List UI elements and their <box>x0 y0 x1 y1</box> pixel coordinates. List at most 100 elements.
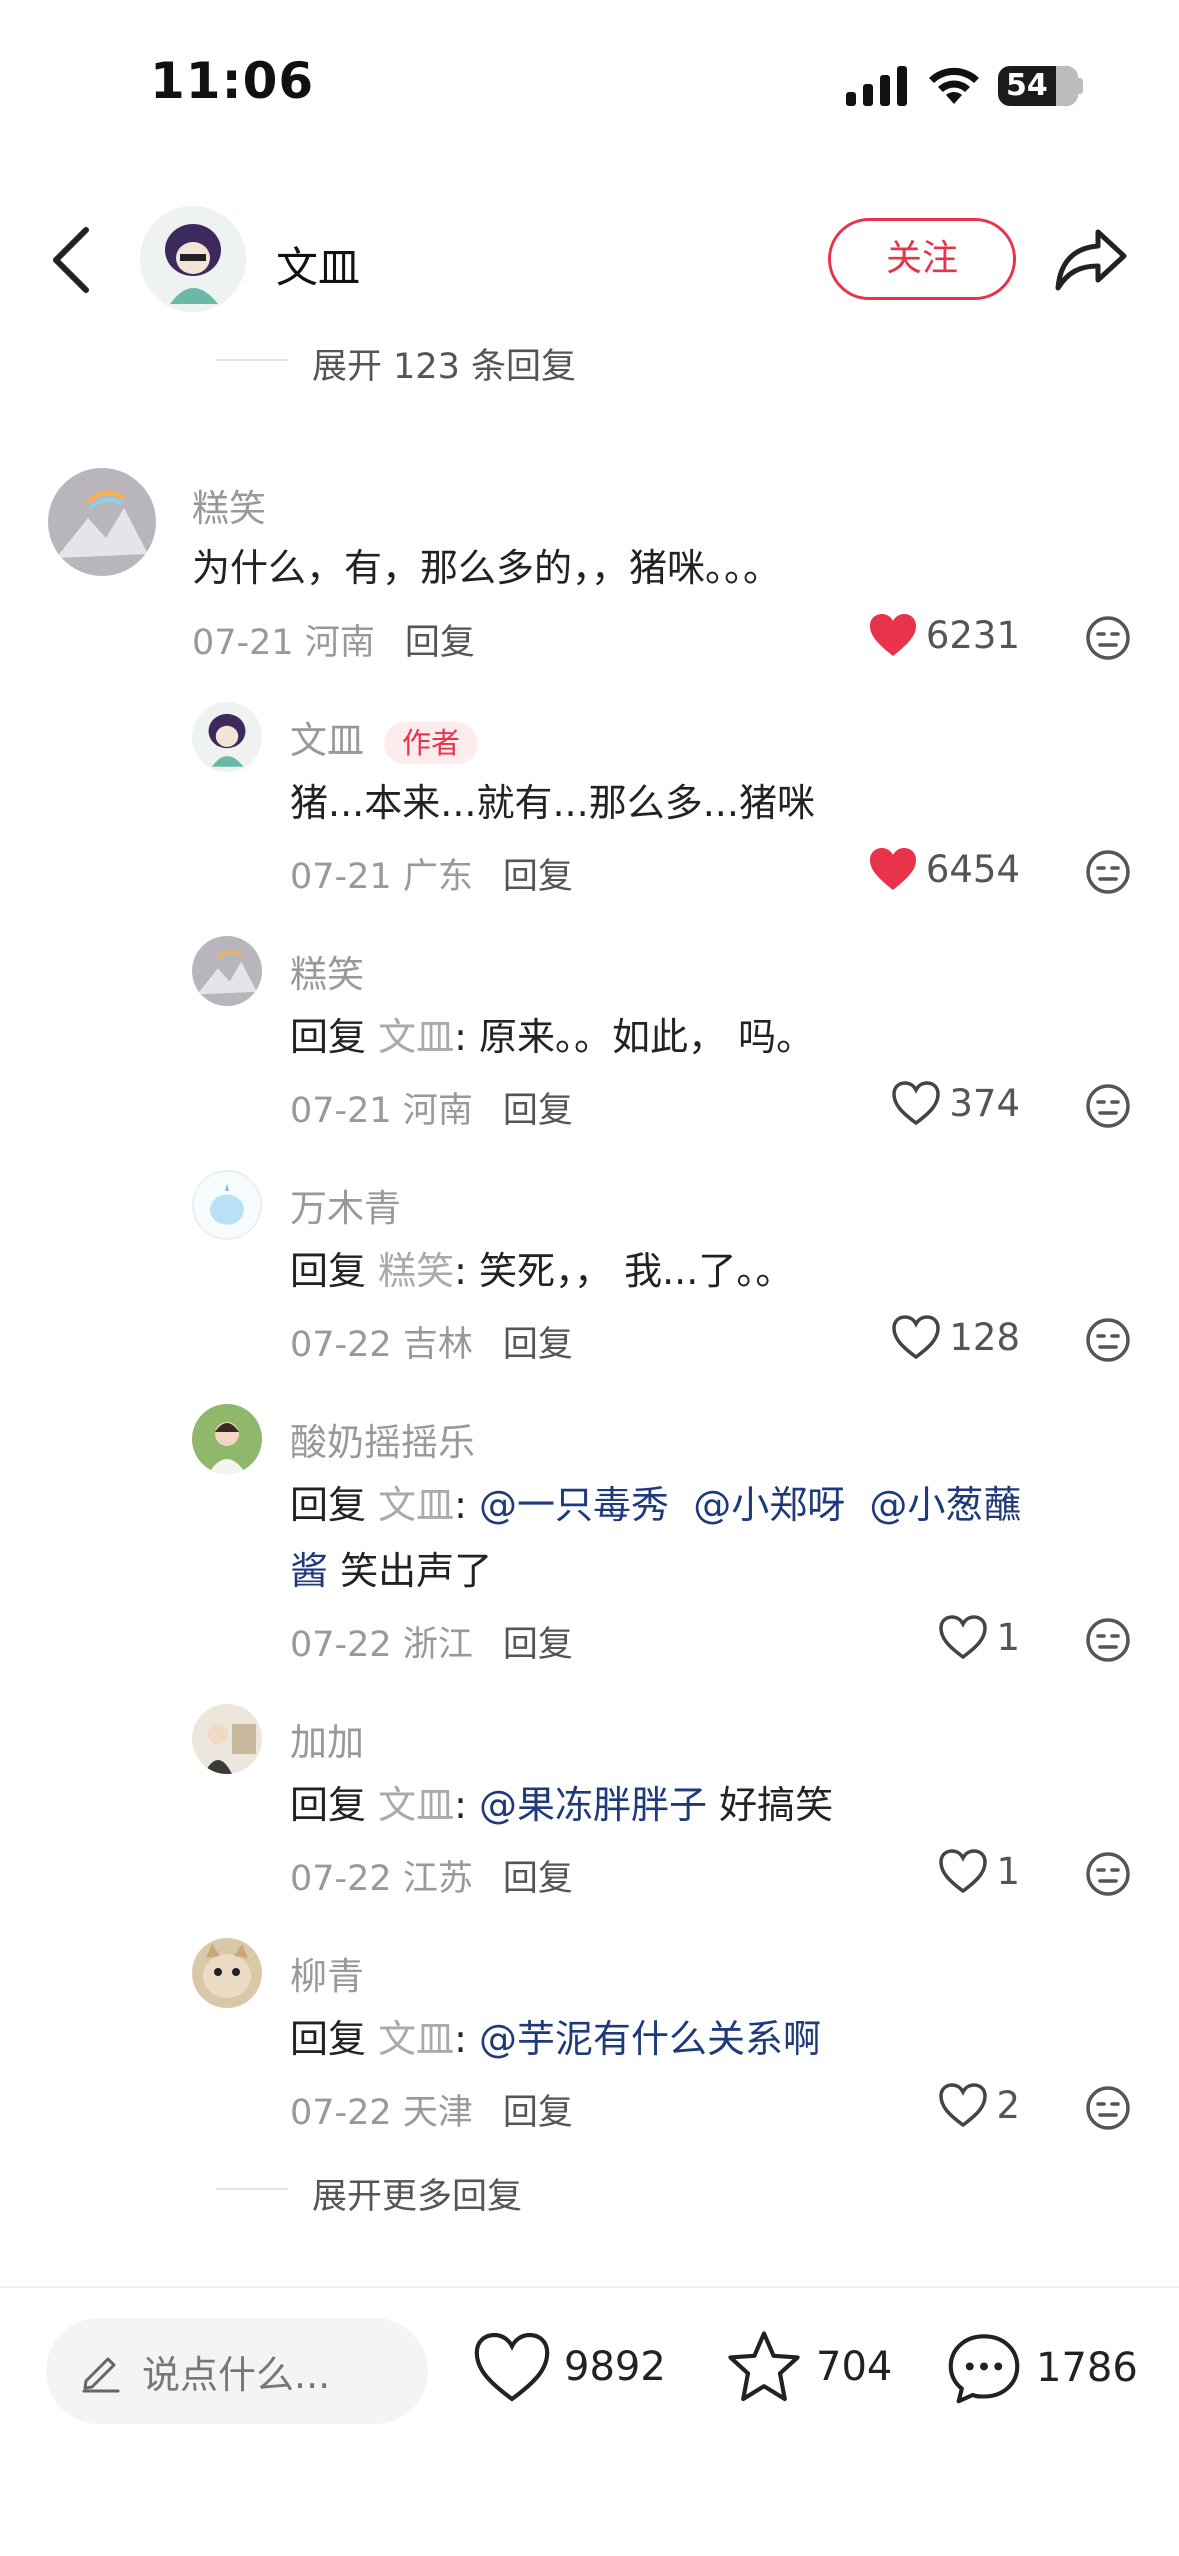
dislike-face-icon[interactable] <box>1084 1616 1132 1664</box>
star-icon <box>728 2331 800 2402</box>
comment-text: 为什么，有，那么多的，，猪咪。。。 <box>192 546 782 590</box>
mention-link[interactable]: @一只毒秀 <box>467 1483 669 1527</box>
reply-button[interactable]: 回复 <box>503 857 573 897</box>
follow-button[interactable]: 关注 <box>828 218 1016 300</box>
status-time: 11:06 <box>150 52 315 110</box>
share-icon[interactable] <box>1054 226 1128 292</box>
bottom-comment-button[interactable]: 1786 <box>944 2330 1138 2406</box>
expand-more-button[interactable]: 展开更多回复 <box>312 2168 522 2219</box>
reply-username-text[interactable]: 文皿 <box>290 719 364 762</box>
dislike-face-icon[interactable] <box>1084 2084 1132 2132</box>
dislike-face-icon[interactable] <box>1084 1082 1132 1130</box>
like-count: 6231 <box>925 613 1020 657</box>
reply-body: 好搞笑 <box>707 1783 834 1827</box>
reply-text: 猪...本来...就有...那么多...猪咪 <box>290 781 815 825</box>
expand-replies-button[interactable]: 展开 123 条回复 <box>312 338 576 389</box>
heart-icon <box>892 1081 941 1126</box>
reply-button[interactable]: 回复 <box>503 1091 573 1131</box>
bottom-like-count: 9892 <box>564 2344 666 2390</box>
reply-date: 07-22 天津 <box>290 2093 473 2133</box>
avatar[interactable] <box>192 1938 262 2008</box>
reply-username[interactable]: 酸奶摇摇乐 <box>290 1412 475 1466</box>
comment-username[interactable]: 糕笑 <box>192 478 266 532</box>
reply-username[interactable]: 文皿 作者 <box>290 710 479 764</box>
like-count: 1 <box>996 1849 1020 1893</box>
expand-divider <box>216 2188 288 2190</box>
reply-to-user[interactable]: 文皿 <box>378 2017 454 2061</box>
reply-date: 07-21 广东 <box>290 857 473 897</box>
bottom-comment-count: 1786 <box>1036 2345 1138 2391</box>
bottom-collect-button[interactable]: 704 <box>724 2328 892 2406</box>
reply-button[interactable]: 回复 <box>503 2093 573 2133</box>
reply-body: 笑出声了 <box>328 1549 493 1593</box>
author-name[interactable]: 文皿 <box>276 234 360 295</box>
dislike-face-icon[interactable] <box>1084 614 1132 662</box>
reply-text: 回复 文皿: @果冻胖胖子 好搞笑 <box>290 1772 833 1838</box>
reply-to-user[interactable]: 文皿 <box>378 1783 454 1827</box>
dislike-face-icon[interactable] <box>1084 1316 1132 1364</box>
reply-username[interactable]: 糕笑 <box>290 944 364 998</box>
bottom-collect-count: 704 <box>816 2344 893 2390</box>
heart-icon <box>939 2083 988 2128</box>
reply-text: 回复 糕笑: 笑死，， 我...了。。 <box>290 1238 793 1304</box>
reply-sep: : <box>454 1783 467 1827</box>
pencil-icon <box>82 2357 120 2393</box>
reply-date: 07-22 浙江 <box>290 1625 473 1665</box>
comment-bubble-icon <box>948 2334 1020 2404</box>
like-button[interactable]: 6231 <box>820 612 1020 658</box>
reply-word: 回复 <box>290 1483 367 1527</box>
heart-icon <box>869 614 916 656</box>
reply-sep: : <box>454 1483 467 1527</box>
bottom-divider <box>0 2286 1179 2288</box>
reply-text: 回复 文皿: @芋泥有什么关系啊 <box>290 2006 821 2072</box>
reply-meta: 07-22 江苏 回复 <box>290 1850 573 1901</box>
dislike-face-icon[interactable] <box>1084 848 1132 896</box>
like-button[interactable]: 128 <box>820 1314 1020 1360</box>
mention-link[interactable]: 酱 <box>290 1549 328 1593</box>
avatar[interactable] <box>192 1404 262 1474</box>
heart-icon <box>939 1849 988 1894</box>
reply-username[interactable]: 柳青 <box>290 1946 364 2000</box>
reply-to-user[interactable]: 糕笑 <box>378 1249 454 1293</box>
reply-to-user[interactable]: 文皿 <box>378 1483 454 1527</box>
author-avatar[interactable] <box>140 206 246 312</box>
reply-meta: 07-22 天津 回复 <box>290 2084 573 2135</box>
avatar[interactable] <box>192 1170 262 1240</box>
mention-link[interactable]: @小葱蘸 <box>857 1483 1021 1527</box>
back-icon[interactable] <box>48 224 94 296</box>
reply-button[interactable]: 回复 <box>503 1859 573 1899</box>
reply-date: 07-21 河南 <box>290 1091 473 1131</box>
reply-to-user[interactable]: 文皿 <box>378 1015 454 1059</box>
dislike-face-icon[interactable] <box>1084 1850 1132 1898</box>
heart-icon <box>892 1315 941 1360</box>
heart-icon <box>939 1615 988 1660</box>
reply-meta: 07-21 河南 回复 <box>290 1082 573 1133</box>
avatar[interactable] <box>192 702 262 772</box>
reply-button[interactable]: 回复 <box>405 623 475 663</box>
comment-input-placeholder: 说点什么... <box>142 2352 331 2397</box>
like-button[interactable]: 1 <box>820 1848 1020 1894</box>
signal-icon <box>846 66 907 106</box>
comment-date: 07-21 河南 <box>192 623 375 663</box>
bottom-like-button[interactable]: 9892 <box>472 2330 666 2404</box>
reply-username[interactable]: 万木青 <box>290 1178 401 1232</box>
avatar[interactable] <box>192 1704 262 1774</box>
like-button[interactable]: 2 <box>820 2082 1020 2128</box>
comment-meta: 07-21 河南 回复 <box>192 614 475 665</box>
avatar[interactable] <box>48 468 156 576</box>
reply-button[interactable]: 回复 <box>503 1325 573 1365</box>
expand-divider <box>216 359 288 361</box>
mention-link[interactable]: @果冻胖胖子 <box>467 1783 707 1827</box>
heart-icon <box>869 848 916 890</box>
reply-button[interactable]: 回复 <box>503 1625 573 1665</box>
like-button[interactable]: 1 <box>820 1614 1020 1660</box>
like-button[interactable]: 6454 <box>820 846 1020 892</box>
reply-username[interactable]: 加加 <box>290 1712 364 1766</box>
reply-meta: 07-22 浙江 回复 <box>290 1616 573 1667</box>
mention-link[interactable]: @芋泥有什么关系啊 <box>467 2017 821 2061</box>
like-button[interactable]: 374 <box>820 1080 1020 1126</box>
battery-icon: 54 <box>998 66 1078 106</box>
comment-input[interactable]: 说点什么... <box>46 2318 428 2424</box>
mention-link[interactable]: @小郑呀 <box>681 1483 845 1527</box>
avatar[interactable] <box>192 936 262 1006</box>
